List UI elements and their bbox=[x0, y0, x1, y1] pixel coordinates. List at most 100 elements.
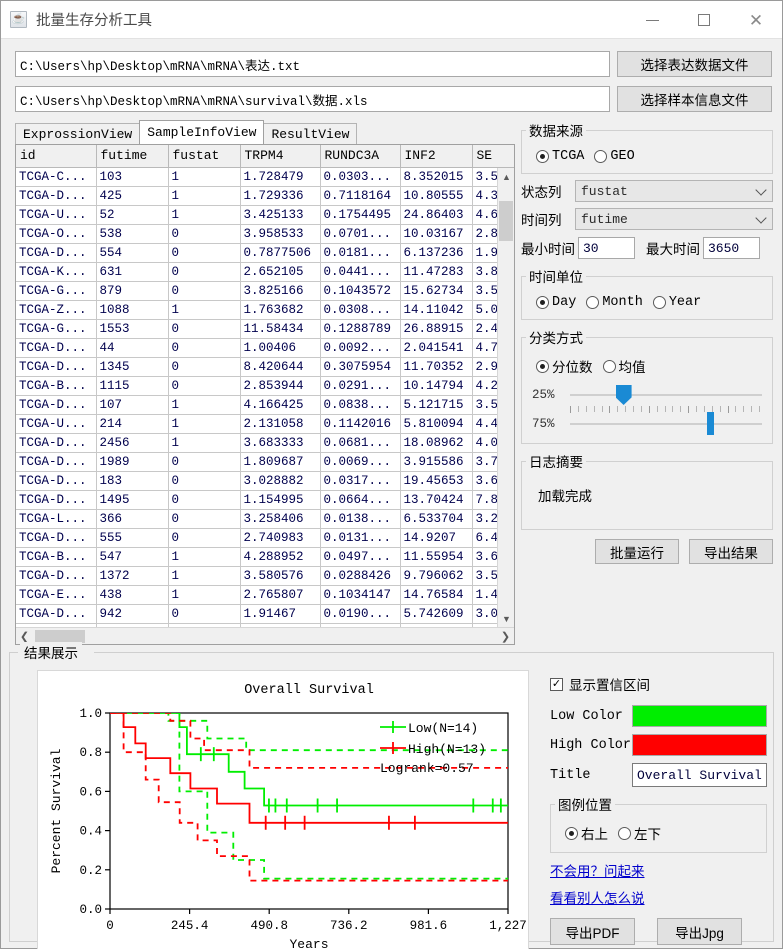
tab-expression-view[interactable]: ExprossionView bbox=[15, 123, 141, 144]
high-quantile-handle[interactable] bbox=[706, 412, 714, 435]
table-cell: 0 bbox=[168, 224, 241, 244]
table-row[interactable]: TCGA-D... 107 1 4.166425 0.0838... 5.121715 3.… bbox=[16, 395, 514, 415]
table-cell: TCGA-D... bbox=[16, 243, 97, 263]
table-cell: 0 bbox=[168, 281, 241, 301]
horizontal-scroll-track[interactable] bbox=[33, 628, 497, 645]
app-icon: ☕ bbox=[10, 11, 27, 28]
help-link[interactable]: 不会用？问起来 bbox=[550, 860, 767, 880]
high-color-swatch[interactable] bbox=[632, 734, 767, 756]
table-row[interactable]: TCGA-K... 631 0 2.652105 0.0441... 11.47283 3.… bbox=[16, 262, 514, 282]
expression-path-input[interactable]: C:\Users\hp\Desktop\mRNA\mRNA\表达.txt bbox=[15, 51, 610, 77]
column-header-se[interactable]: SE bbox=[472, 145, 514, 168]
table-row[interactable]: TCGA-D... 554 0 0.7877506 0.0181... 6.137236 1… bbox=[16, 243, 514, 263]
table-row[interactable]: TCGA-G... 1553 0 11.58434 0.1288789 26.88915 2… bbox=[16, 319, 514, 339]
column-header-inf2[interactable]: INF2 bbox=[400, 145, 473, 168]
low-color-swatch[interactable] bbox=[632, 705, 767, 727]
community-link[interactable]: 看看别人怎么说 bbox=[550, 887, 767, 907]
radio-day-label: Day bbox=[552, 295, 577, 310]
table-row[interactable]: TCGA-C... 103 1 1.728479 0.0303... 8.352015 3.… bbox=[16, 167, 514, 187]
table-cell: 555 bbox=[96, 528, 169, 548]
chart-title: Overall Survival bbox=[244, 683, 374, 698]
y-tick-label: 1.0 bbox=[79, 707, 102, 721]
radio-mean[interactable]: 均值 bbox=[602, 356, 646, 376]
table-cell: 1.729336 bbox=[240, 186, 321, 206]
batch-run-button[interactable]: 批量运行 bbox=[595, 539, 679, 564]
table-row[interactable]: TCGA-D... 942 0 1.91467 0.0190... 5.742609 3.0 bbox=[16, 604, 514, 624]
min-time-input[interactable]: 30 bbox=[578, 237, 635, 259]
horizontal-scroll-thumb[interactable] bbox=[35, 629, 85, 643]
column-header-trpm4[interactable]: TRPM4 bbox=[240, 145, 321, 168]
column-header-futime[interactable]: futime bbox=[96, 145, 169, 168]
table-cell: TCGA-U... bbox=[16, 414, 97, 434]
title-bar: ☕ 批量生存分析工具 ✕ bbox=[1, 1, 782, 39]
table-row[interactable]: TCGA-D... 1372 1 3.580576 0.0288426 9.796062 3… bbox=[16, 566, 514, 586]
high-quantile-slider[interactable] bbox=[570, 412, 762, 435]
choose-expression-file-button[interactable]: 选择表达数据文件 bbox=[617, 51, 772, 77]
table-row[interactable]: TCGA-B... 547 1 4.288952 0.0497... 11.55954 3.… bbox=[16, 547, 514, 567]
scroll-down-icon[interactable]: ▼ bbox=[498, 610, 514, 627]
show-ci-row[interactable]: ✓ 显示置信区间 bbox=[550, 674, 767, 694]
table-cell: 5.742609 bbox=[400, 604, 473, 624]
scroll-up-icon[interactable]: ▲ bbox=[498, 168, 514, 185]
table-row[interactable]: TCGA-L... 366 0 3.258406 0.0138... 6.533704 3.… bbox=[16, 509, 514, 529]
table-cell: 2.131058 bbox=[240, 414, 321, 434]
radio-day[interactable]: Day bbox=[536, 295, 576, 310]
slider-tick bbox=[648, 406, 650, 413]
table-row[interactable]: TCGA-Z... 1088 1 1.763682 0.0308... 14.11042 5… bbox=[16, 300, 514, 320]
status-column-select[interactable]: fustat bbox=[575, 180, 773, 202]
show-ci-checkbox[interactable]: ✓ bbox=[550, 677, 563, 691]
low-quantile-handle[interactable] bbox=[615, 385, 632, 405]
table-row[interactable]: TCGA-B... 1115 0 2.853944 0.0291... 10.14794 4… bbox=[16, 376, 514, 396]
slider-tick bbox=[577, 406, 579, 412]
scroll-left-icon[interactable]: ❮ bbox=[16, 630, 33, 643]
table-row[interactable]: TCGA-D... 555 0 2.740983 0.0131... 14.9207 6.4 bbox=[16, 528, 514, 548]
radio-bottom-left[interactable]: 左下 bbox=[618, 823, 661, 843]
close-button[interactable]: ✕ bbox=[730, 1, 782, 39]
table-cell: 3.028882 bbox=[240, 471, 321, 491]
column-header-id[interactable]: id bbox=[16, 145, 97, 168]
max-time-input[interactable]: 3650 bbox=[703, 237, 760, 259]
minimize-button[interactable] bbox=[626, 1, 678, 39]
tab-sample-info-view[interactable]: SampleInfoView bbox=[139, 120, 265, 144]
export-jpg-button[interactable]: 导出Jpg bbox=[657, 918, 742, 945]
time-column-select[interactable]: futime bbox=[575, 208, 773, 230]
sample-path-input[interactable]: C:\Users\hp\Desktop\mRNA\mRNA\survival\数… bbox=[15, 86, 610, 112]
low-quantile-slider[interactable] bbox=[570, 385, 762, 405]
scroll-right-icon[interactable]: ❯ bbox=[497, 630, 514, 643]
vertical-scroll-thumb[interactable] bbox=[499, 201, 513, 241]
radio-year[interactable]: Year bbox=[652, 295, 701, 310]
table-row[interactable]: TCGA-E... 438 1 2.765807 0.1034147 14.76584 1.… bbox=[16, 585, 514, 605]
column-header-rundc3a[interactable]: RUNDC3A bbox=[320, 145, 401, 168]
table-row[interactable]: TCGA-D... 44 0 1.00406 0.0092... 2.041541 4.7 bbox=[16, 338, 514, 358]
panel-border bbox=[94, 652, 773, 653]
table-row[interactable]: TCGA-D... 1495 0 1.154995 0.0664... 13.70424 7… bbox=[16, 490, 514, 510]
table-cell: 0.7877506 bbox=[240, 243, 321, 263]
choose-sample-file-button[interactable]: 选择样本信息文件 bbox=[617, 86, 772, 112]
table-row[interactable]: TCGA-D... 183 0 3.028882 0.0317... 19.45653 3.… bbox=[16, 471, 514, 491]
table-cell: 2.853944 bbox=[240, 376, 321, 396]
table-row[interactable]: TCGA-G... 879 0 3.825166 0.1043572 15.62734 3.… bbox=[16, 281, 514, 301]
table-row[interactable]: TCGA-U... 52 1 3.425133 0.1754495 24.86403 4.6 bbox=[16, 205, 514, 225]
radio-geo[interactable]: GEO bbox=[594, 149, 635, 164]
table-row[interactable]: TCGA-D... 425 1 1.729336 0.7118164 10.80555 4.… bbox=[16, 186, 514, 206]
export-pdf-button[interactable]: 导出PDF bbox=[550, 918, 635, 945]
export-results-button[interactable]: 导出结果 bbox=[689, 539, 773, 564]
table-row[interactable]: TCGA-U... 214 1 2.131058 0.1142016 5.810094 4.… bbox=[16, 414, 514, 434]
tab-result-view[interactable]: ResultView bbox=[263, 123, 358, 144]
radio-top-right[interactable]: 右上 bbox=[565, 823, 608, 843]
chart-title-input[interactable]: Overall Survival bbox=[632, 763, 767, 787]
table-row[interactable]: TCGA-O... 538 0 3.958533 0.0701... 10.03167 2.… bbox=[16, 224, 514, 244]
low-quantile-row: 25% bbox=[532, 384, 762, 406]
table-cell: 14.9207 bbox=[400, 528, 473, 548]
table-vertical-scrollbar[interactable]: ▲ ▼ bbox=[497, 168, 514, 627]
table-horizontal-scrollbar[interactable]: ❮ ❯ bbox=[16, 627, 514, 644]
radio-tcga[interactable]: TCGA bbox=[536, 149, 584, 164]
table-cell: 0 bbox=[168, 319, 241, 339]
table-row[interactable]: TCGA-D... 1989 0 1.809687 0.0069... 3.915586 3… bbox=[16, 452, 514, 472]
maximize-button[interactable] bbox=[678, 1, 730, 39]
table-row[interactable]: TCGA-D... 2456 1 3.683333 0.0681... 18.08962 4… bbox=[16, 433, 514, 453]
table-row[interactable]: TCGA-D... 1345 0 8.420644 0.3075954 11.70352 2… bbox=[16, 357, 514, 377]
radio-quantile[interactable]: 分位数 bbox=[536, 356, 593, 376]
column-header-fustat[interactable]: fustat bbox=[168, 145, 241, 168]
radio-month[interactable]: Month bbox=[586, 295, 643, 310]
